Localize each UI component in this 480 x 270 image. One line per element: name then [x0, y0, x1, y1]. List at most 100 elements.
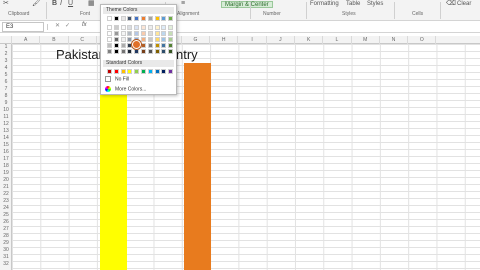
theme-color-swatch[interactable]	[141, 16, 146, 21]
row-header-9[interactable]: 9	[0, 100, 12, 107]
format-painter-icon[interactable]: 🖌	[32, 0, 41, 8]
row-header-10[interactable]: 10	[0, 107, 12, 114]
row-header-28[interactable]: 28	[0, 233, 12, 240]
cancel-icon[interactable]: ✕	[55, 23, 65, 29]
row-header-24[interactable]: 24	[0, 205, 12, 212]
theme-color-swatch[interactable]	[168, 43, 174, 48]
cell-styles-button[interactable]: Styles	[367, 1, 383, 10]
row-header-18[interactable]: 18	[0, 163, 12, 170]
row-header-12[interactable]: 12	[0, 121, 12, 128]
theme-color-swatch[interactable]	[120, 31, 126, 36]
theme-color-swatch[interactable]	[168, 16, 174, 21]
theme-color-swatch[interactable]	[161, 49, 167, 54]
column-header-m[interactable]: M	[352, 36, 380, 44]
row-header-2[interactable]: 2	[0, 51, 12, 58]
theme-color-swatch[interactable]	[147, 49, 153, 54]
row-header-19[interactable]: 19	[0, 170, 12, 177]
standard-color-swatch[interactable]	[141, 69, 146, 74]
theme-color-swatch[interactable]	[113, 16, 119, 21]
theme-color-swatch[interactable]	[113, 31, 119, 36]
theme-color-swatch[interactable]	[134, 49, 140, 54]
column-header-h[interactable]: H	[210, 36, 239, 44]
row-header-32[interactable]: 32	[0, 261, 12, 268]
paste-icon[interactable]: ✂	[3, 0, 9, 8]
standard-color-swatch[interactable]	[120, 69, 126, 74]
theme-color-swatch[interactable]	[113, 43, 119, 48]
theme-color-swatch[interactable]	[141, 43, 146, 48]
theme-color-swatch[interactable]	[120, 25, 126, 30]
cell-text-pakistan[interactable]: Pakistan	[56, 47, 106, 62]
standard-color-swatch[interactable]	[161, 69, 167, 74]
standard-color-swatch[interactable]	[127, 69, 133, 74]
row-header-26[interactable]: 26	[0, 219, 12, 226]
theme-color-swatch[interactable]	[141, 31, 146, 36]
align-icon[interactable]: ≡	[181, 0, 185, 8]
row-header-8[interactable]: 8	[0, 93, 12, 100]
theme-color-swatch[interactable]	[154, 16, 160, 21]
theme-color-swatch[interactable]	[168, 49, 174, 54]
no-fill-option[interactable]: No Fill	[105, 76, 129, 83]
theme-color-swatch[interactable]	[120, 49, 126, 54]
theme-color-swatch[interactable]	[168, 31, 174, 36]
more-colors-option[interactable]: More Colors...	[105, 86, 146, 93]
theme-color-swatch[interactable]	[120, 43, 126, 48]
theme-color-swatch[interactable]	[141, 37, 146, 42]
standard-color-swatch[interactable]	[154, 69, 160, 74]
row-header-15[interactable]: 15	[0, 142, 12, 149]
theme-color-swatch[interactable]	[161, 31, 167, 36]
column-header-b[interactable]: B	[40, 36, 69, 44]
standard-color-swatch[interactable]	[147, 69, 153, 74]
row-header-17[interactable]: 17	[0, 156, 12, 163]
theme-color-swatch[interactable]	[161, 37, 167, 42]
theme-color-swatch[interactable]	[107, 31, 112, 36]
theme-color-swatch[interactable]	[107, 25, 112, 30]
column-header-a[interactable]: A	[12, 36, 41, 44]
row-header-13[interactable]: 13	[0, 128, 12, 135]
merge-center-button[interactable]: Margin & Center	[221, 1, 273, 8]
theme-color-swatch[interactable]	[120, 37, 126, 42]
format-as-table-button[interactable]: Table	[346, 1, 360, 10]
italic-icon[interactable]: I	[60, 0, 62, 8]
theme-color-swatch[interactable]	[127, 25, 133, 30]
theme-color-swatch[interactable]	[141, 25, 146, 30]
standard-color-swatch[interactable]	[168, 69, 174, 74]
row-header-4[interactable]: 4	[0, 65, 12, 72]
theme-color-swatch[interactable]	[161, 25, 167, 30]
row-header-31[interactable]: 31	[0, 254, 12, 261]
theme-color-swatch[interactable]	[147, 43, 153, 48]
row-header-5[interactable]: 5	[0, 72, 12, 79]
column-header-i[interactable]: I	[238, 36, 267, 44]
name-box[interactable]: E3	[2, 22, 44, 32]
row-header-23[interactable]: 23	[0, 198, 12, 205]
theme-color-swatch[interactable]	[147, 25, 153, 30]
standard-color-swatch[interactable]	[107, 69, 112, 74]
column-header-n[interactable]: N	[380, 36, 409, 44]
enter-icon[interactable]: ✓	[65, 23, 75, 29]
cell-text-country[interactable]: ntry	[176, 47, 198, 62]
row-header-22[interactable]: 22	[0, 191, 12, 198]
borders-icon[interactable]: ▦	[88, 0, 95, 8]
row-header-3[interactable]: 3	[0, 58, 12, 65]
theme-color-swatch[interactable]	[147, 16, 153, 21]
standard-color-swatch[interactable]	[113, 69, 119, 74]
theme-color-swatch[interactable]	[107, 43, 112, 48]
theme-color-swatch[interactable]	[134, 16, 140, 21]
theme-color-swatch[interactable]	[141, 49, 146, 54]
formula-buttons[interactable]: ✕✓	[55, 22, 75, 29]
theme-color-swatch[interactable]	[154, 31, 160, 36]
row-header-27[interactable]: 27	[0, 226, 12, 233]
conditional-formatting-button[interactable]: Formatting	[310, 1, 339, 10]
underline-icon[interactable]: U	[68, 0, 73, 8]
theme-color-swatch[interactable]	[168, 37, 174, 42]
insert-function-button[interactable]: fx	[82, 22, 87, 28]
clear-button[interactable]: Clear	[457, 1, 471, 10]
column-header-j[interactable]: J	[267, 36, 295, 44]
cell-grid[interactable]	[12, 44, 480, 270]
orange-filled-cells[interactable]	[184, 63, 211, 270]
theme-color-swatch[interactable]	[113, 37, 119, 42]
theme-color-swatch[interactable]	[154, 43, 160, 48]
row-header-16[interactable]: 16	[0, 149, 12, 156]
row-header-25[interactable]: 25	[0, 212, 12, 219]
column-header-l[interactable]: L	[323, 36, 352, 44]
row-header-1[interactable]: 1	[0, 44, 12, 51]
